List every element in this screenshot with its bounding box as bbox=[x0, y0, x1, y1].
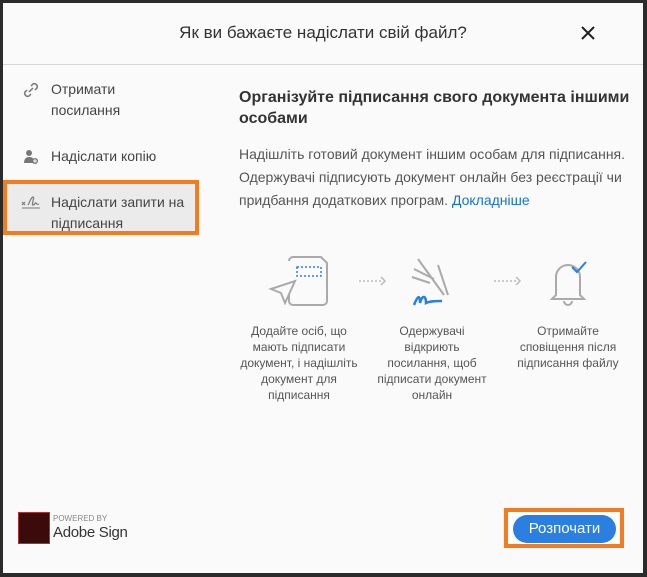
dialog-title: Як ви бажаєте надіслати свій файл? bbox=[179, 23, 467, 42]
send-file-dialog: Як ви бажаєте надіслати свій файл? Отрим… bbox=[3, 3, 643, 573]
step-text: Додайте осіб, що мають підписати докумен… bbox=[240, 324, 358, 402]
hand-signing-icon bbox=[411, 258, 449, 306]
signature-icon bbox=[21, 196, 40, 209]
dialog-header: Як ви бажаєте надіслати свій файл? bbox=[3, 3, 643, 65]
start-button-highlight: Розпочати bbox=[504, 508, 624, 548]
bell-check-icon bbox=[549, 261, 587, 306]
step-add-signers: Додайте осіб, що мають підписати докумен… bbox=[239, 253, 359, 403]
section-description: Надішліть готовий документ іншим особам … bbox=[239, 143, 639, 212]
powered-by-label: POWERED BY bbox=[53, 514, 108, 523]
sidebar-item-label: посилання bbox=[51, 102, 121, 118]
send-document-icon bbox=[268, 256, 328, 306]
step-text: Одержувачі відкриють посилання, щоб підп… bbox=[377, 324, 487, 402]
sidebar-item-get-link[interactable]: Отримати посилання bbox=[3, 79, 207, 121]
close-icon[interactable] bbox=[576, 21, 600, 45]
sidebar-item-label: Надіслати копію bbox=[51, 148, 157, 164]
step-get-notified: Отримайте сповіщення після підписання фа… bbox=[508, 253, 628, 371]
sidebar-item-label: Отримати bbox=[51, 81, 116, 97]
sidebar-item-label: Надіслати запити на bbox=[51, 194, 185, 210]
step-recipients-sign: Одержувачі відкриють посилання, щоб підп… bbox=[372, 253, 492, 403]
adobe-sign-logo: POWERED BY Adobe Sign bbox=[18, 512, 128, 544]
sidebar-item-label: підписання bbox=[51, 215, 124, 231]
start-button[interactable]: Розпочати bbox=[513, 515, 616, 543]
link-icon bbox=[23, 82, 39, 98]
add-person-icon bbox=[24, 150, 38, 164]
section-heading: Організуйте підписання свого документа і… bbox=[239, 89, 630, 127]
learn-more-link[interactable]: Докладніше bbox=[452, 192, 530, 208]
step-text: Отримайте сповіщення після підписання фа… bbox=[517, 324, 619, 370]
adobe-sign-logo-icon bbox=[18, 512, 50, 544]
sidebar-item-send-copy[interactable]: Надіслати копію bbox=[3, 146, 207, 167]
description-text: Надішліть готовий документ іншим особам … bbox=[239, 146, 626, 208]
brand-label: Adobe Sign bbox=[53, 524, 128, 541]
sidebar-item-request-signatures[interactable]: Надіслати запити на підписання bbox=[3, 180, 199, 235]
